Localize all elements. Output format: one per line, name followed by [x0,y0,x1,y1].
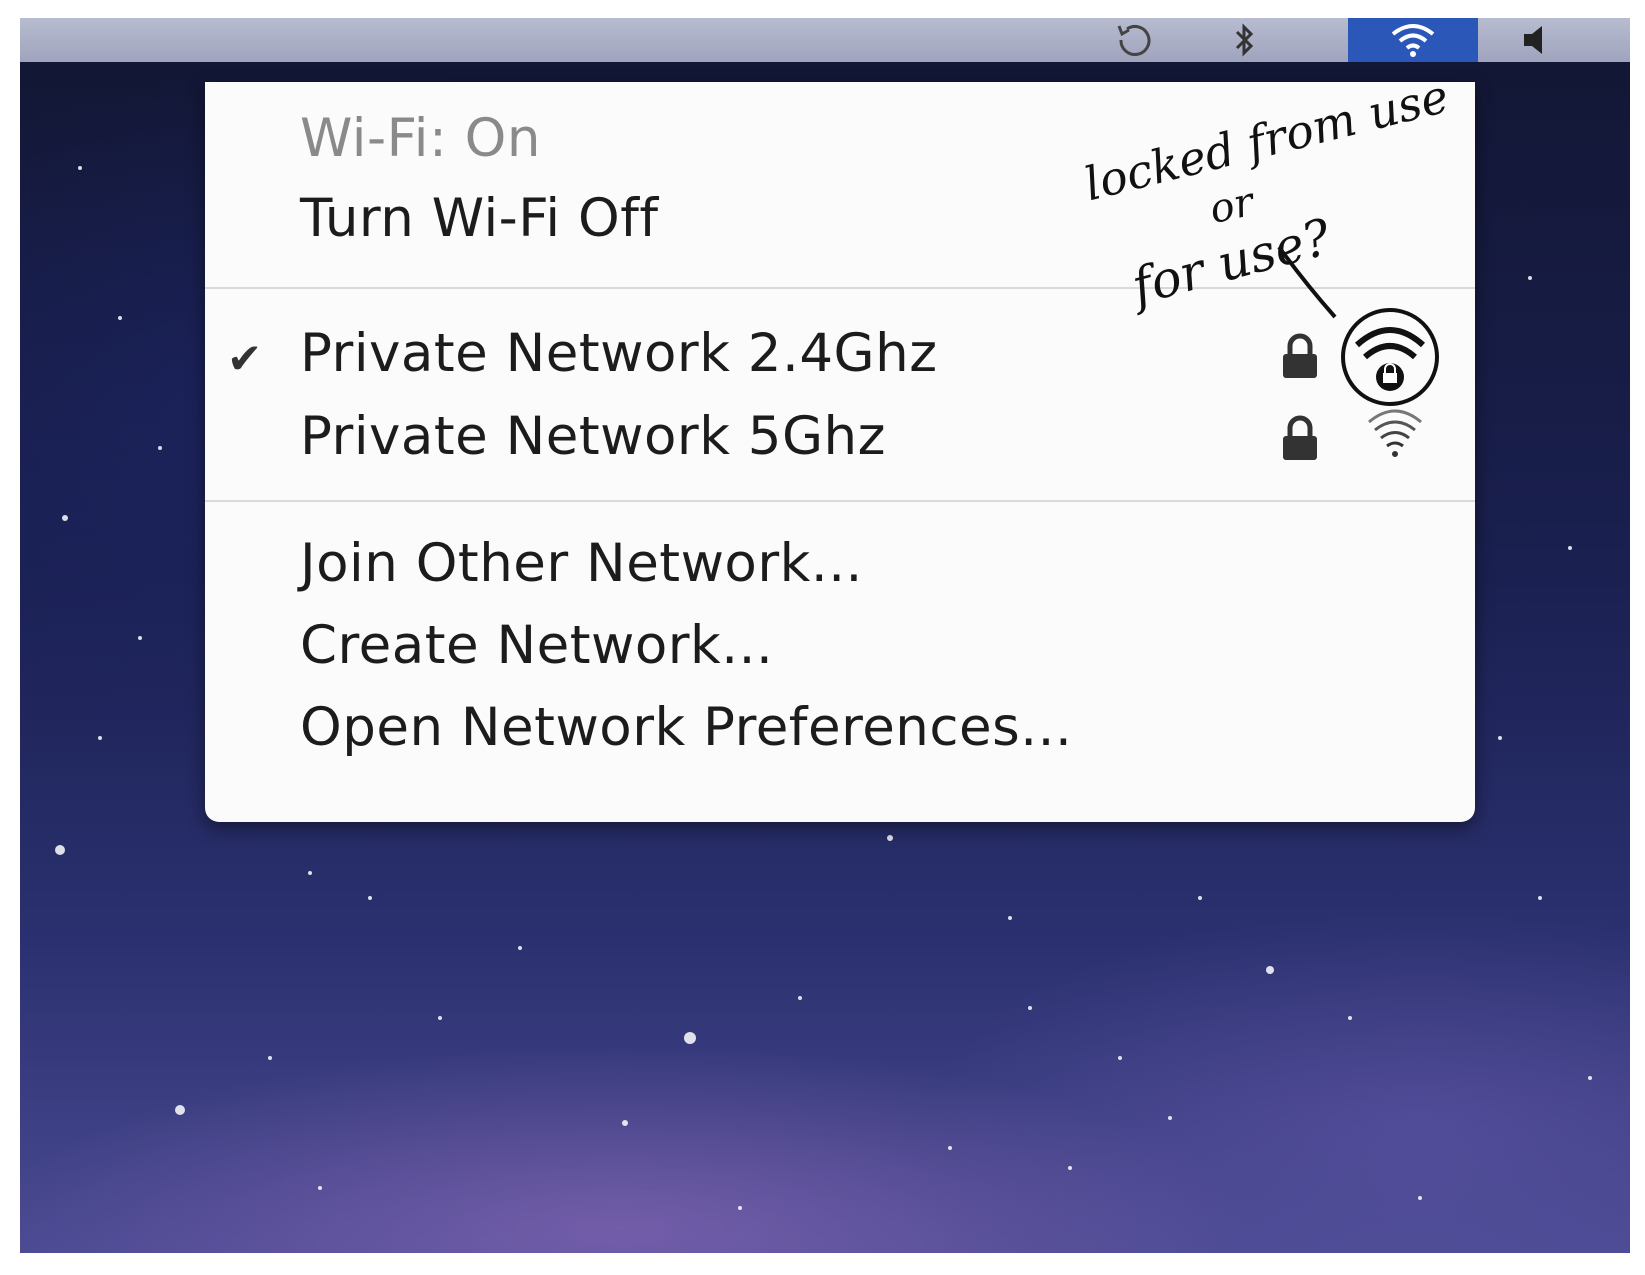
menu-bar [20,18,1630,62]
checkmark-icon: ✔ [227,334,263,383]
join-other-network-item[interactable]: Join Other Network... [300,537,863,590]
network-item-private-2-4ghz[interactable]: Private Network 2.4Ghz [300,327,938,380]
create-network-item[interactable]: Create Network... [300,619,773,672]
network-item-private-5ghz[interactable]: Private Network 5Ghz [300,410,886,463]
lock-icon [1283,415,1317,460]
annotation-pointer-line [1277,245,1337,319]
turn-wifi-off-item[interactable]: Turn Wi-Fi Off [300,192,659,245]
wifi-signal-icon [1368,409,1422,457]
volume-icon[interactable] [1510,18,1570,62]
lock-icon [1283,333,1317,378]
time-machine-icon[interactable] [1105,18,1165,62]
menu-separator [205,500,1475,502]
desktop-screenshot: Wi-Fi: On Turn Wi-Fi Off ✔ Private Netwo… [20,18,1630,1253]
wifi-dropdown-menu: Wi-Fi: On Turn Wi-Fi Off ✔ Private Netwo… [205,82,1475,822]
wifi-menu-icon[interactable] [1348,18,1478,62]
handwritten-annotation-line: or [1205,179,1258,233]
wifi-status-label: Wi-Fi: On [300,108,541,169]
open-network-preferences-item[interactable]: Open Network Preferences... [300,701,1072,754]
bluetooth-icon[interactable] [1225,18,1265,62]
